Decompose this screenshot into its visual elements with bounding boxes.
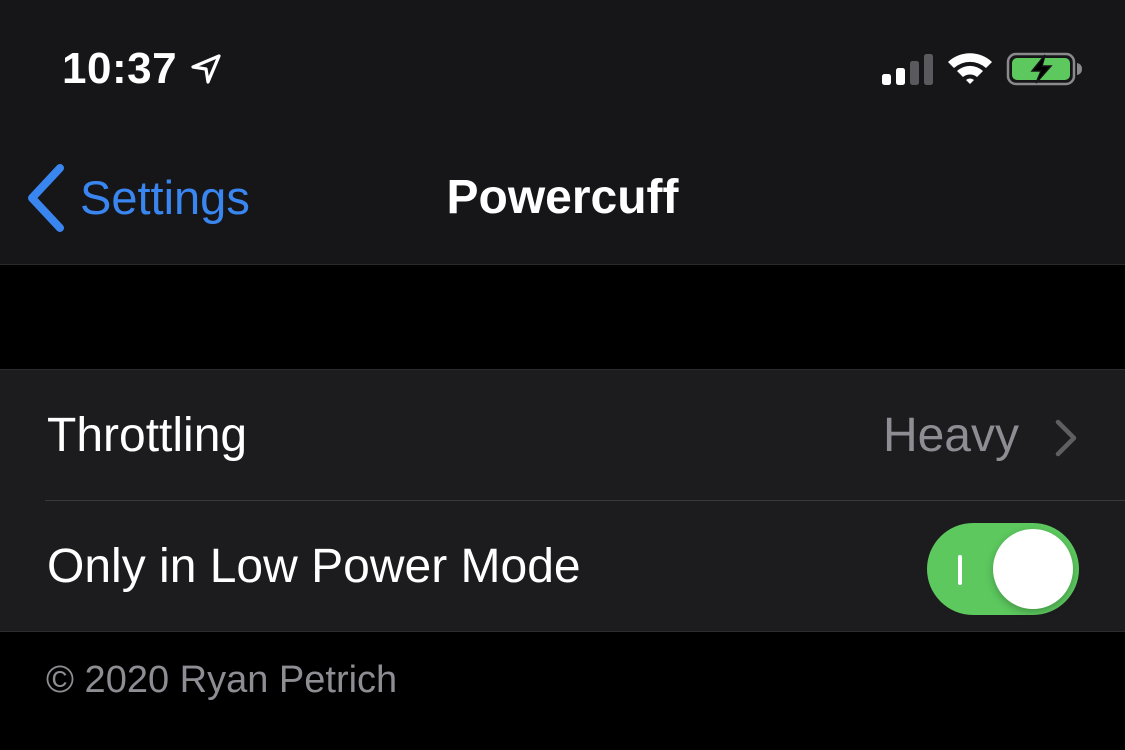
toggle-on-indicator (958, 555, 962, 585)
throttling-label: Throttling (47, 409, 248, 462)
toggle-knob (993, 529, 1073, 609)
chevron-right-icon (1055, 419, 1077, 457)
nav-bar-divider (0, 264, 1125, 265)
low-power-mode-toggle[interactable] (927, 523, 1079, 615)
throttling-row[interactable]: Throttling Heavy (0, 370, 1125, 501)
copyright-footer: © 2020 Ryan Petrich (46, 659, 398, 701)
throttling-value: Heavy (882, 409, 1019, 462)
wifi-icon (948, 53, 992, 84)
page-title: Powercuff (446, 171, 679, 224)
low-power-mode-label: Only in Low Power Mode (47, 540, 581, 593)
settings-screen: 10:37 Settings Powercuff Throttling Heav… (0, 0, 1125, 750)
cellular-signal-icon (882, 54, 933, 85)
low-power-mode-row: Only in Low Power Mode (0, 501, 1125, 632)
location-arrow-icon (191, 54, 221, 84)
battery-charging-icon (1006, 52, 1082, 86)
status-time: 10:37 (62, 44, 178, 93)
settings-group: Throttling Heavy Only in Low Power Mode (0, 369, 1125, 632)
